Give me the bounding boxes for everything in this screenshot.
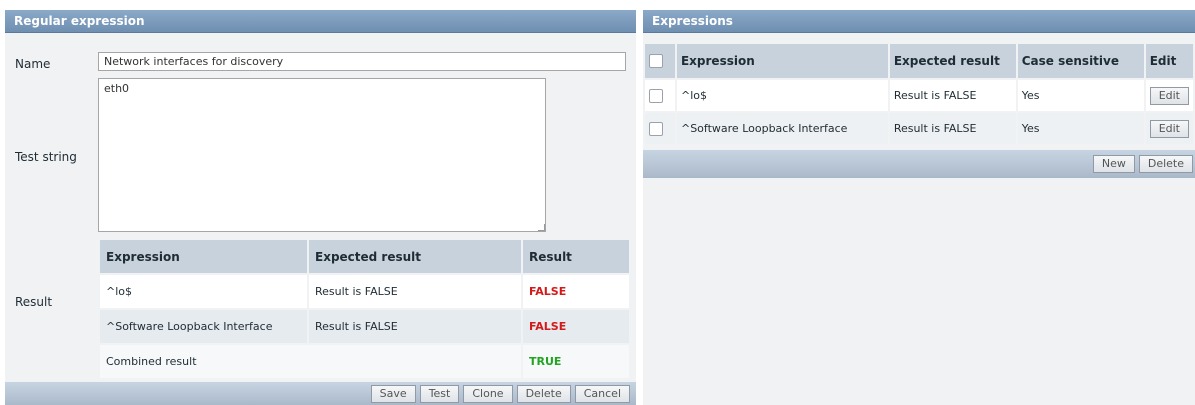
edit-button[interactable]: Edit <box>1149 119 1189 138</box>
combined-result-label: Combined result <box>98 343 523 380</box>
row-case-sensitive: Yes <box>1015 111 1146 146</box>
col-expression: Expression <box>98 238 309 275</box>
test-button[interactable]: Test <box>419 385 460 403</box>
name-input[interactable] <box>98 52 626 71</box>
form-footer: Save Test Clone Delete Cancel <box>5 382 636 405</box>
row-expression: ^lo$ <box>674 78 890 113</box>
row-result: FALSE <box>521 273 631 310</box>
row-checkbox[interactable] <box>649 121 663 136</box>
delete-button[interactable]: Delete <box>1138 155 1193 173</box>
combined-row: Combined result TRUE <box>98 343 631 380</box>
clone-button[interactable]: Clone <box>463 385 513 403</box>
select-all-checkbox[interactable] <box>649 54 663 69</box>
result-table: Expression Expected result Result ^lo$ R… <box>98 238 631 380</box>
combined-result-value: TRUE <box>521 343 631 380</box>
row-expected: Result is FALSE <box>887 111 1018 146</box>
row-expected: Result is FALSE <box>307 273 523 310</box>
table-row: ^lo$ Result is FALSE Yes Edit <box>643 78 1195 113</box>
col-result: Result <box>521 238 631 275</box>
expressions-table: Expression Expected result Case sensitiv… <box>643 42 1195 146</box>
test-string-textarea[interactable]: eth0 <box>98 78 546 232</box>
new-button[interactable]: New <box>1092 155 1135 173</box>
row-expression: ^Software Loopback Interface <box>98 308 309 345</box>
col-edit: Edit <box>1143 42 1195 80</box>
save-button[interactable]: Save <box>370 385 416 403</box>
table-row: ^Software Loopback Interface Result is F… <box>643 111 1195 146</box>
row-expression: ^lo$ <box>98 273 309 310</box>
panel-title: Expressions <box>643 10 1195 33</box>
delete-button[interactable]: Delete <box>516 385 571 403</box>
row-checkbox[interactable] <box>649 88 663 103</box>
edit-button[interactable]: Edit <box>1149 86 1189 105</box>
row-expression: ^Software Loopback Interface <box>674 111 890 146</box>
expressions-footer: New Delete <box>643 150 1195 178</box>
panel-title: Regular expression <box>5 10 636 33</box>
row-case-sensitive: Yes <box>1015 78 1146 113</box>
row-result: FALSE <box>521 308 631 345</box>
col-case-sensitive: Case sensitive <box>1015 42 1146 80</box>
resize-grip-icon[interactable] <box>538 224 545 231</box>
test-string-label: Test string <box>15 150 77 164</box>
row-expected: Result is FALSE <box>307 308 523 345</box>
name-label: Name <box>15 57 51 71</box>
result-label: Result <box>15 295 53 309</box>
col-expected-result: Expected result <box>887 42 1018 80</box>
col-expected-result: Expected result <box>307 238 523 275</box>
table-row: ^lo$ Result is FALSE FALSE <box>98 273 631 310</box>
expressions-panel: Expressions Expression Expected result C… <box>643 10 1195 405</box>
row-expected: Result is FALSE <box>887 78 1018 113</box>
cancel-button[interactable]: Cancel <box>574 385 630 403</box>
col-expression: Expression <box>674 42 890 80</box>
regexp-form-panel: Regular expression Name Test string eth0… <box>5 10 636 405</box>
table-row: ^Software Loopback Interface Result is F… <box>98 308 631 345</box>
